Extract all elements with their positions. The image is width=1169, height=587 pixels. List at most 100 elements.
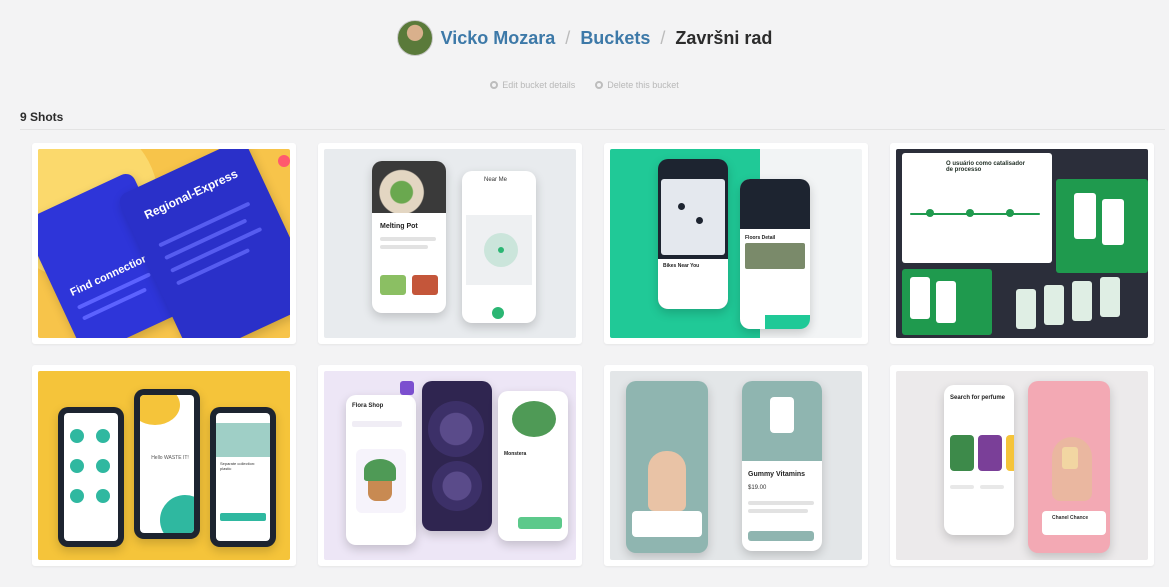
plant-pot <box>368 479 392 501</box>
category-icon <box>70 489 84 503</box>
perfume-bottle <box>1062 447 1078 469</box>
breadcrumb-separator: / <box>565 27 571 48</box>
map-pin <box>696 217 703 224</box>
shot-thumbnail: Bikes Near You Floors Detail <box>610 149 862 338</box>
hand-image <box>648 451 686 511</box>
food-thumb <box>412 275 438 295</box>
text-line <box>950 485 974 489</box>
map-pin <box>678 203 685 210</box>
shot-label: $19.00 <box>748 485 767 491</box>
shot-title: Flora Shop <box>352 403 384 409</box>
shot-title: Hello WASTE IT! <box>151 455 189 461</box>
search-bar <box>352 421 402 427</box>
shot-thumbnail: Hello WASTE IT! Separate collection: pla… <box>38 371 290 560</box>
shot-phone: Separate collection: plastic <box>210 407 276 547</box>
text-line <box>980 485 1004 489</box>
shot-phone: Hello WASTE IT! <box>134 389 200 539</box>
phone-mockup <box>1100 277 1120 317</box>
user-avatar[interactable] <box>396 20 433 56</box>
food-image <box>372 161 446 213</box>
shot-phone: Near Me <box>462 171 536 323</box>
screen: Hello WASTE IT! <box>140 395 194 533</box>
timeline-dot <box>1006 209 1014 217</box>
shot-thumbnail: Melting Pot Near Me <box>324 149 576 338</box>
bucket-actions: Edit bucket details Delete this bucket <box>0 80 1169 90</box>
decor-shape <box>160 495 194 533</box>
shot-thumbnail: O usuário como catalisador de processo <box>896 149 1148 338</box>
shot-title: Gummy Vitamins <box>748 471 806 478</box>
delete-bucket-button[interactable]: Delete this bucket <box>595 80 679 90</box>
timeline-dot <box>966 209 974 217</box>
phone-mockup <box>1072 281 1092 321</box>
detail-image <box>745 243 805 269</box>
shot-card[interactable]: Hello WASTE IT! Separate collection: pla… <box>32 365 296 566</box>
edit-bucket-button[interactable]: Edit bucket details <box>490 80 575 90</box>
leaf-pattern <box>428 401 484 457</box>
phone-mockup <box>910 277 930 319</box>
shots-count: 9 Shots <box>20 110 64 124</box>
shot-card[interactable]: Melting Pot Near Me <box>318 143 582 344</box>
text-line <box>748 509 808 513</box>
shot-phone: Chanel Chance <box>1028 381 1110 553</box>
phone-mockup <box>936 281 956 323</box>
nav-button <box>492 307 504 319</box>
category-icon <box>96 429 110 443</box>
schedule-bar <box>175 248 251 286</box>
text-line <box>748 501 814 505</box>
shot-thumbnail: Flora Shop Monstera <box>324 371 576 560</box>
shot-card[interactable]: Flora Shop Monstera <box>318 365 582 566</box>
shot-card[interactable]: Search for perfume Chanel Chance <box>890 365 1154 566</box>
product-card <box>632 511 702 537</box>
shot-title: Bikes Near You <box>663 263 700 269</box>
shot-card[interactable]: Bikes Near You Floors Detail <box>604 143 868 344</box>
bucket-header: Vicko Mozara / Buckets / Završni rad <box>0 20 1169 56</box>
timeline-dot <box>926 209 934 217</box>
cta-button <box>765 315 810 329</box>
shot-title: Melting Pot <box>380 223 418 230</box>
phone-mockup <box>1016 289 1036 329</box>
cta-button <box>748 531 814 541</box>
shot-phone: Melting Pot <box>372 161 446 313</box>
shot-card[interactable]: Find connection Regional-Express <box>32 143 296 344</box>
shot-card[interactable]: O usuário como catalisador de processo <box>890 143 1154 344</box>
category-icon <box>70 429 84 443</box>
breadcrumb-buckets-link[interactable]: Buckets <box>580 28 650 49</box>
category-icon <box>70 459 84 473</box>
shot-phone <box>422 381 492 531</box>
category-tile <box>950 435 974 471</box>
shots-grid: Find connection Regional-Express Melting… <box>32 143 1154 566</box>
shot-phone: Monstera <box>498 391 568 541</box>
decor-shape <box>140 395 180 425</box>
category-tile <box>1006 435 1014 471</box>
cta-button <box>220 513 266 521</box>
shot-label: Monstera <box>504 451 527 457</box>
shot-phone: Floors Detail <box>740 179 810 329</box>
breadcrumb-user-link[interactable]: Vicko Mozara <box>441 28 556 49</box>
text-line <box>380 237 436 241</box>
shot-phone: Search for perfume <box>944 385 1014 535</box>
edit-bucket-label: Edit bucket details <box>502 80 576 90</box>
bucket-title: Završni rad <box>675 27 773 48</box>
shot-title: O usuário como catalisador de processo <box>946 161 1026 173</box>
plant-leaves <box>364 459 396 481</box>
shot-label: Floors Detail <box>745 235 776 241</box>
shot-title: Search for perfume <box>950 395 1006 401</box>
shot-label: Separate collection: plastic <box>220 461 256 471</box>
shot-phone <box>58 407 124 547</box>
food-thumb <box>380 275 406 295</box>
map-area <box>661 179 725 255</box>
shot-phone: Flora Shop <box>346 395 416 545</box>
shot-card[interactable]: Gummy Vitamins $19.00 <box>604 365 868 566</box>
product-bottle <box>770 397 794 433</box>
phone-mockup <box>1102 199 1124 245</box>
gear-icon <box>595 81 604 89</box>
header-dark <box>740 179 810 229</box>
gear-icon <box>490 81 499 89</box>
shot-thumbnail: Search for perfume Chanel Chance <box>896 371 1148 560</box>
delete-bucket-label: Delete this bucket <box>607 80 679 90</box>
cta-button <box>518 517 562 529</box>
phone-mockup <box>1044 285 1064 325</box>
badge <box>400 381 414 395</box>
screen: Separate collection: plastic <box>216 413 270 541</box>
hero-image <box>216 423 270 457</box>
